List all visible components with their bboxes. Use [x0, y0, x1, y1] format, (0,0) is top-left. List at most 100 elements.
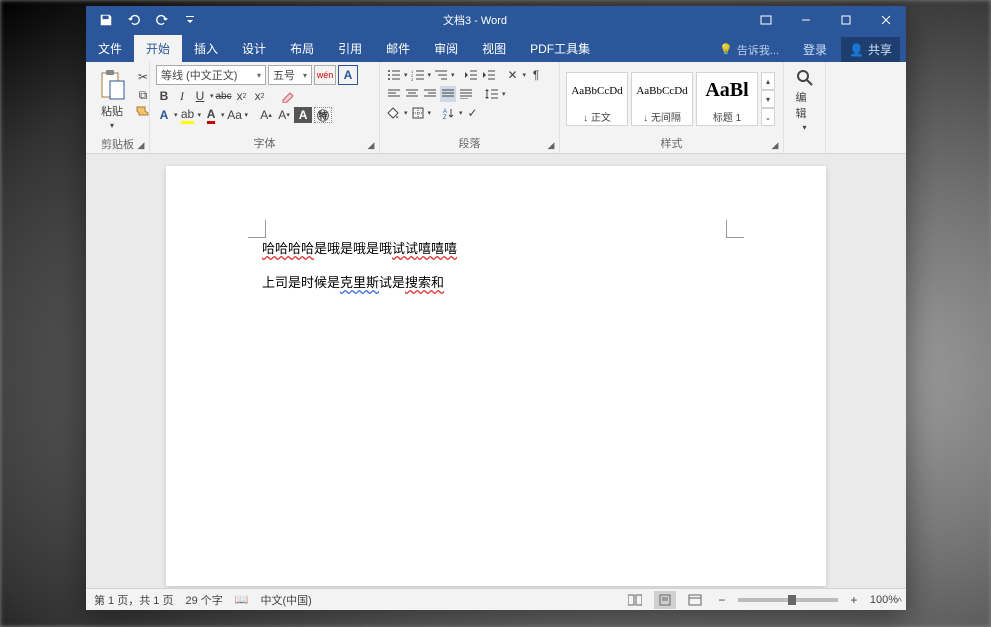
numbering-button[interactable]: 123	[410, 67, 426, 83]
line-spacing-button[interactable]	[484, 86, 500, 102]
style-heading1[interactable]: AaBl 标题 1	[696, 72, 758, 126]
view-web-layout[interactable]	[684, 591, 706, 609]
zoom-in-button[interactable]: +	[846, 592, 862, 608]
font-size-combo[interactable]: 五号▾	[268, 65, 312, 85]
subscript-button[interactable]: x2	[234, 88, 250, 104]
show-hide-button[interactable]: ¶	[528, 67, 544, 83]
styles-dialog-launcher[interactable]: ◢	[769, 139, 781, 151]
status-language[interactable]: 中文(中国)	[260, 592, 311, 608]
tab-layout[interactable]: 布局	[278, 35, 326, 62]
paragraph-2[interactable]: 上司是时候是克里斯试是搜索和	[262, 270, 730, 296]
character-border-button[interactable]: A	[338, 65, 358, 85]
superscript-button[interactable]: x2	[252, 88, 268, 104]
margin-marker-tr	[726, 220, 744, 238]
view-read-mode[interactable]	[624, 591, 646, 609]
tab-review[interactable]: 审阅	[422, 35, 470, 62]
paragraph-1[interactable]: 哈哈哈哈是哦是哦是哦试试嘻嘻嘻	[262, 236, 730, 262]
ribbon: 粘贴 ▾ ✂ ⧉ 剪贴板 ◢ 等线 (中文正文)▾ 五号▾ wén A	[86, 62, 906, 154]
svg-text:3: 3	[411, 77, 414, 81]
sort-button[interactable]: AZ	[441, 105, 457, 121]
ribbon-display-options[interactable]	[746, 6, 786, 34]
ribbon-tabs: 文件 开始 插入 设计 布局 引用 邮件 审阅 视图 PDF工具集 💡 告诉我.…	[86, 34, 906, 62]
font-name-combo[interactable]: 等线 (中文正文)▾	[156, 65, 266, 85]
share-button[interactable]: 👤 共享	[841, 37, 900, 62]
styles-scroll-down[interactable]: ▾	[761, 90, 775, 108]
underline-button[interactable]: U	[192, 88, 208, 104]
chevron-down-icon: ▾	[110, 121, 114, 130]
tab-pdf[interactable]: PDF工具集	[518, 35, 602, 62]
borders-button[interactable]	[410, 105, 426, 121]
view-print-layout[interactable]	[654, 591, 676, 609]
text-effects-button[interactable]: A	[156, 107, 172, 123]
change-case-button[interactable]: Aa	[227, 107, 243, 123]
zoom-out-button[interactable]: −	[714, 592, 730, 608]
format-painter-button[interactable]	[135, 105, 151, 121]
bold-button[interactable]: B	[156, 88, 172, 104]
save-button[interactable]	[92, 6, 120, 34]
font-color-button[interactable]: A	[203, 107, 219, 123]
group-styles: AaBbCcDd ↓ 正文 AaBbCcDd ↓ 无间隔 AaBl 标题 1 ▴…	[560, 62, 784, 153]
styles-scroll-up[interactable]: ▴	[761, 72, 775, 90]
cut-button[interactable]: ✂	[135, 69, 151, 85]
tab-file[interactable]: 文件	[86, 35, 134, 62]
undo-button[interactable]	[120, 6, 148, 34]
highlight-button[interactable]: ab	[180, 107, 196, 123]
shading-button[interactable]	[386, 105, 402, 121]
copy-button[interactable]: ⧉	[135, 87, 151, 103]
enclose-characters-button[interactable]: ㊕	[314, 107, 332, 123]
tab-design[interactable]: 设计	[230, 35, 278, 62]
tab-mailings[interactable]: 邮件	[374, 35, 422, 62]
clipboard-dialog-launcher[interactable]: ◢	[135, 139, 147, 151]
svg-text:Z: Z	[443, 115, 447, 119]
word-window: 文档3 - Word 文件 开始 插入 设计 布局 引用 邮件 审阅 视图 PD…	[86, 6, 906, 610]
font-dialog-launcher[interactable]: ◢	[365, 139, 377, 151]
show-formatting-marks-button[interactable]: ✓	[465, 105, 481, 121]
chevron-down-icon: ▾	[802, 123, 806, 132]
minimize-button[interactable]	[786, 6, 826, 34]
lightbulb-icon: 💡	[719, 43, 733, 56]
close-button[interactable]	[866, 6, 906, 34]
italic-button[interactable]: I	[174, 88, 190, 104]
tab-references[interactable]: 引用	[326, 35, 374, 62]
maximize-button[interactable]	[826, 6, 866, 34]
decrease-indent-button[interactable]	[463, 67, 479, 83]
paragraph-dialog-launcher[interactable]: ◢	[545, 139, 557, 151]
style-no-spacing[interactable]: AaBbCcDd ↓ 无间隔	[631, 72, 693, 126]
distributed-button[interactable]	[458, 86, 474, 102]
asian-layout-button[interactable]: ✕	[505, 67, 521, 83]
paste-button[interactable]: 粘贴 ▾	[92, 65, 132, 134]
margin-marker-tl	[248, 220, 266, 238]
status-page[interactable]: 第 1 页，共 1 页	[94, 592, 173, 608]
align-right-button[interactable]	[422, 86, 438, 102]
align-justify-button[interactable]	[440, 86, 456, 102]
group-editing: 编辑 ▾	[784, 62, 826, 153]
bullets-button[interactable]	[386, 67, 402, 83]
grow-font-button[interactable]: A▴	[258, 107, 274, 123]
shrink-font-button[interactable]: A▾	[276, 107, 292, 123]
tab-insert[interactable]: 插入	[182, 35, 230, 62]
document-area[interactable]: 哈哈哈哈是哦是哦是哦试试嘻嘻嘻 上司是时候是克里斯试是搜索和	[86, 154, 906, 588]
spellcheck-icon[interactable]: 📖	[235, 593, 249, 606]
strikethrough-button[interactable]: abc	[216, 88, 232, 104]
align-left-button[interactable]	[386, 86, 402, 102]
styles-gallery-expand[interactable]: ⌄	[761, 108, 775, 126]
page[interactable]: 哈哈哈哈是哦是哦是哦试试嘻嘻嘻 上司是时候是克里斯试是搜索和	[166, 166, 826, 586]
zoom-slider[interactable]	[738, 598, 838, 602]
redo-button[interactable]	[148, 6, 176, 34]
align-center-button[interactable]	[404, 86, 420, 102]
editing-dropdown[interactable]: 编辑 ▾	[790, 65, 820, 136]
tab-home[interactable]: 开始	[134, 35, 182, 62]
multilevel-list-button[interactable]	[433, 67, 449, 83]
increase-indent-button[interactable]	[481, 67, 497, 83]
tab-view[interactable]: 视图	[470, 35, 518, 62]
phonetic-guide-button[interactable]: wén	[314, 65, 336, 85]
clear-formatting-button[interactable]	[280, 88, 296, 104]
tell-me-search[interactable]: 💡 告诉我...	[709, 42, 789, 58]
collapse-ribbon-button[interactable]: ^	[897, 597, 902, 608]
zoom-level[interactable]: 100%	[870, 594, 898, 606]
qat-customize-button[interactable]	[176, 6, 204, 34]
status-word-count[interactable]: 29 个字	[185, 592, 222, 608]
login-button[interactable]: 登录	[793, 41, 837, 58]
character-shading-button[interactable]: A	[294, 107, 312, 123]
style-normal[interactable]: AaBbCcDd ↓ 正文	[566, 72, 628, 126]
